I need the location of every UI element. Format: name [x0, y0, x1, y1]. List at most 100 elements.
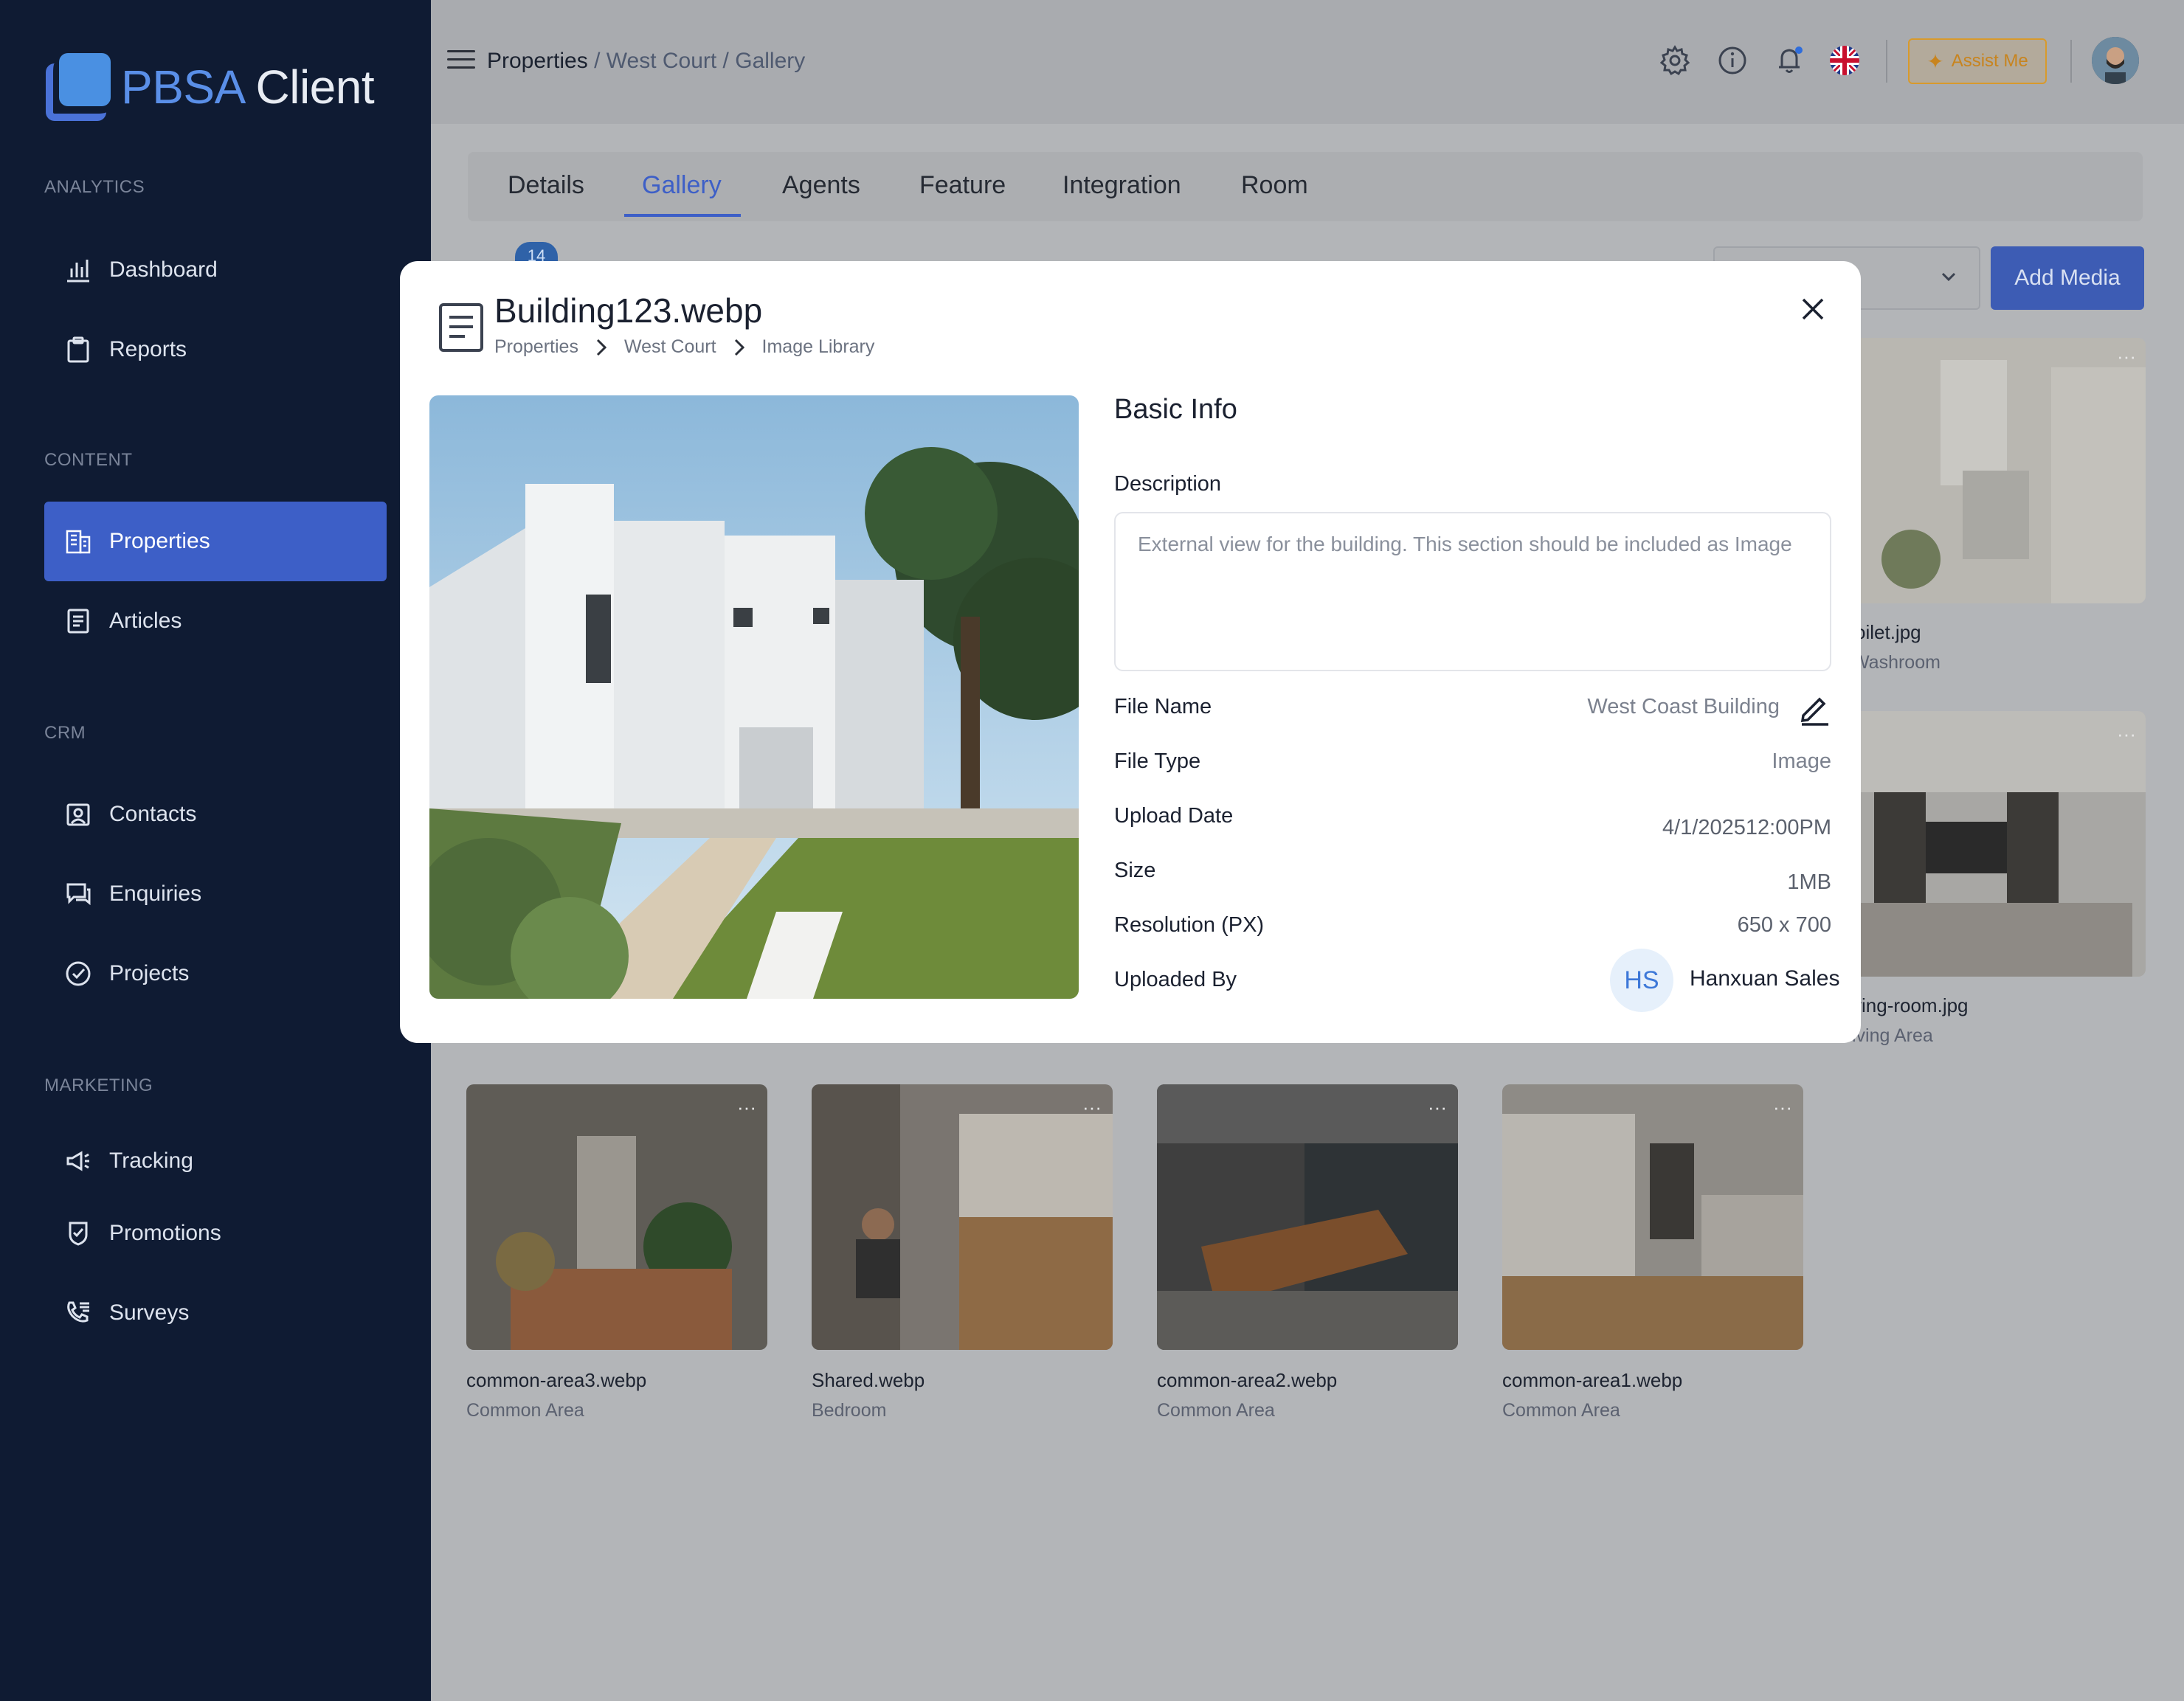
gallery-card-image[interactable]	[1830, 338, 2146, 603]
modal-title: Building123.webp	[494, 291, 763, 330]
assist-me-button[interactable]: ✦ Assist Me	[1908, 38, 2047, 84]
sidebar-item-promotions[interactable]: Promotions	[44, 1194, 387, 1273]
user-avatar[interactable]	[2092, 37, 2139, 84]
logo-mark-icon	[46, 53, 114, 121]
gear-icon[interactable]	[1659, 44, 1691, 77]
uploaded-by-label: Uploaded By	[1114, 968, 1237, 991]
logo-text-client: Client	[255, 60, 375, 114]
menu-icon[interactable]	[447, 50, 475, 69]
sidebar-item-enquiries[interactable]: Enquiries	[44, 854, 387, 934]
gallery-card-image[interactable]	[466, 1084, 767, 1350]
sidebar-item-label: Dashboard	[109, 257, 218, 282]
gallery-card-image[interactable]	[812, 1084, 1113, 1350]
tab-gallery[interactable]: Gallery	[642, 171, 722, 200]
more-options-icon[interactable]: ···	[2112, 347, 2141, 367]
uploader-avatar: HS	[1610, 949, 1673, 1012]
sidebar: PBSA Client ANALYTICS Dashboard Reports …	[0, 0, 431, 1701]
modal-breadcrumb-item[interactable]: Properties	[494, 336, 578, 358]
bell-icon[interactable]	[1774, 44, 1806, 77]
chat-icon	[65, 881, 91, 907]
more-options-icon[interactable]: ···	[1077, 1098, 1107, 1118]
description-label: Description	[1114, 472, 1222, 496]
upload-date-value: 4/1/202512:00PM	[1662, 816, 1831, 839]
more-options-icon[interactable]: ···	[2112, 724, 2141, 745]
tab-details[interactable]: Details	[508, 171, 584, 200]
tab-agents[interactable]: Agents	[782, 171, 860, 200]
add-media-button[interactable]: Add Media	[1991, 246, 2144, 310]
sidebar-item-label: Reports	[109, 337, 187, 361]
edit-pencil-icon[interactable]	[1797, 692, 1831, 726]
more-options-icon[interactable]: ···	[732, 1098, 761, 1118]
file-name-label: File Name	[1114, 695, 1212, 718]
more-options-icon[interactable]: ···	[1768, 1098, 1797, 1118]
check-circle-icon	[65, 960, 91, 987]
megaphone-icon	[65, 1148, 91, 1174]
sidebar-item-label: Properties	[109, 529, 210, 553]
top-header: Properties / West Court / Gallery ✦ Assis…	[431, 0, 2184, 124]
phone-list-icon	[65, 1300, 91, 1326]
breadcrumb-properties[interactable]: Properties	[487, 49, 588, 73]
bar-chart-icon	[65, 257, 91, 283]
sidebar-item-articles[interactable]: Articles	[44, 581, 387, 661]
more-options-icon[interactable]: ···	[1423, 1098, 1452, 1118]
section-label-crm: CRM	[44, 723, 86, 743]
upload-date-label: Upload Date	[1114, 804, 1234, 828]
gallery-card-name: common-area3.webp	[466, 1369, 647, 1391]
sidebar-item-surveys[interactable]: Surveys	[44, 1273, 387, 1353]
file-type-label: File Type	[1114, 749, 1201, 773]
sidebar-item-label: Articles	[109, 609, 182, 633]
size-value: 1MB	[1787, 870, 1831, 894]
uploader-name: Hanxuan Sales	[1690, 966, 1840, 991]
tab-room[interactable]: Room	[1241, 171, 1308, 200]
gallery-card-category: Common Area	[466, 1400, 584, 1421]
breadcrumb: Properties / West Court / Gallery	[487, 49, 805, 74]
sidebar-item-tracking[interactable]: Tracking	[44, 1121, 387, 1201]
gallery-card-category: Common Area	[1502, 1400, 1620, 1421]
logo-text-brand: PBSA	[121, 60, 243, 114]
sidebar-item-properties[interactable]: Properties	[44, 502, 387, 581]
modal-breadcrumb-item[interactable]: West Court	[624, 336, 716, 358]
header-divider	[1886, 40, 1887, 83]
file-name-value: West Coast Building	[1587, 695, 1780, 718]
section-label-analytics: ANALYTICS	[44, 177, 145, 197]
building-icon	[65, 528, 91, 555]
basic-info-heading: Basic Info	[1114, 394, 1237, 425]
sidebar-item-reports[interactable]: Reports	[44, 310, 387, 389]
sidebar-item-dashboard[interactable]: Dashboard	[44, 230, 387, 310]
resolution-value: 650 x 700	[1737, 913, 1831, 937]
info-icon[interactable]	[1716, 44, 1749, 77]
sidebar-item-projects[interactable]: Projects	[44, 934, 387, 1014]
tab-integration[interactable]: Integration	[1062, 171, 1181, 200]
gallery-card-name: common-area1.webp	[1502, 1369, 1683, 1391]
gallery-card-image[interactable]	[1502, 1084, 1803, 1350]
document-icon	[438, 302, 484, 353]
media-detail-modal: Building123.webp Properties West Court I…	[400, 261, 1861, 1043]
app-logo[interactable]: PBSA Client	[46, 53, 375, 121]
sidebar-item-label: Projects	[109, 961, 190, 985]
file-type-value: Image	[1772, 749, 1831, 773]
gallery-card-image[interactable]	[1157, 1084, 1458, 1350]
gallery-card-image[interactable]	[1830, 711, 2146, 977]
modal-breadcrumb: Properties West Court Image Library	[494, 336, 874, 358]
description-textarea[interactable]: External view for the building. This sec…	[1114, 512, 1831, 671]
size-label: Size	[1114, 859, 1156, 882]
modal-breadcrumb-item[interactable]: Image Library	[762, 336, 875, 358]
gallery-card-name: ving-room.jpg	[1852, 994, 1969, 1016]
sidebar-item-label: Surveys	[109, 1300, 190, 1325]
tab-bar: Details Gallery Agents Feature Integrati…	[468, 152, 2143, 221]
sidebar-item-label: Promotions	[109, 1221, 221, 1245]
gallery-card-name: Shared.webp	[812, 1369, 925, 1391]
chevron-right-icon	[595, 338, 608, 357]
active-tab-indicator	[624, 214, 741, 217]
chevron-right-icon	[733, 338, 746, 357]
section-label-marketing: MARKETING	[44, 1075, 153, 1095]
section-label-content: CONTENT	[44, 450, 133, 470]
sidebar-item-label: Tracking	[109, 1149, 193, 1173]
tab-feature[interactable]: Feature	[919, 171, 1006, 200]
gallery-card-category: Common Area	[1157, 1400, 1275, 1421]
sidebar-item-contacts[interactable]: Contacts	[44, 775, 387, 854]
sparkle-icon: ✦	[1926, 49, 1944, 73]
uk-flag-icon[interactable]	[1830, 46, 1859, 75]
close-icon[interactable]	[1799, 295, 1827, 323]
breadcrumb-rest[interactable]: / West Court / Gallery	[588, 49, 805, 73]
